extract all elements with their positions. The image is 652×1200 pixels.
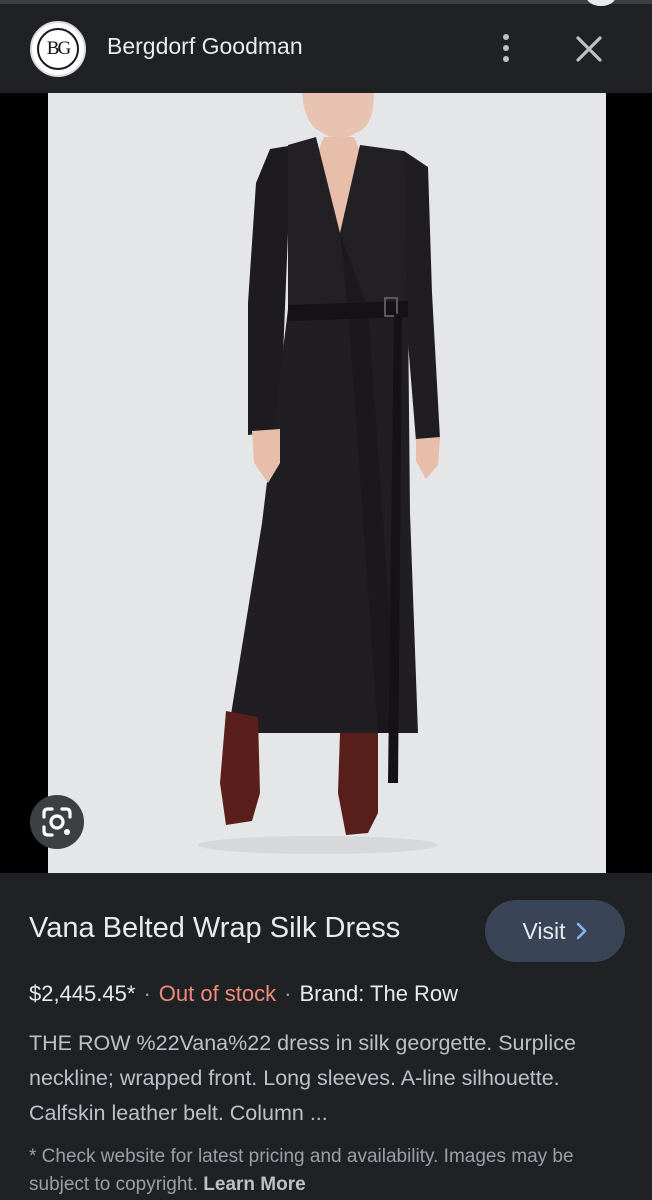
meta-separator: ·: [143, 981, 151, 1006]
visit-button-label: Visit: [522, 917, 566, 944]
copyright-disclaimer: * Check website for latest pricing and a…: [29, 1143, 629, 1199]
product-price: $2,445.45*: [29, 981, 136, 1006]
product-meta: $2,445.45* · Out of stock · Brand: The Row: [29, 981, 458, 1007]
site-name[interactable]: Bergdorf Goodman: [107, 33, 303, 60]
dress-model-illustration: [198, 93, 440, 854]
meta-separator: ·: [284, 981, 292, 1006]
logo-monogram: BG: [37, 28, 79, 70]
product-title[interactable]: Vana Belted Wrap Silk Dress: [29, 912, 400, 945]
chevron-right-icon: [576, 922, 586, 940]
product-description: THE ROW %22Vana%22 dress in silk georget…: [29, 1031, 576, 1125]
visit-button[interactable]: Visit: [485, 900, 625, 962]
more-options-button[interactable]: [488, 30, 524, 66]
close-button[interactable]: [569, 29, 609, 69]
google-lens-button[interactable]: [30, 795, 84, 849]
learn-more-link[interactable]: Learn More: [203, 1174, 305, 1195]
google-lens-icon: [42, 807, 72, 837]
corner-indicator: [586, 0, 616, 6]
more-vert-icon-dot: [503, 56, 509, 62]
product-image-area: [0, 93, 652, 873]
image-viewer-header: BG Bergdorf Goodman: [0, 0, 652, 93]
site-logo[interactable]: BG: [30, 21, 86, 77]
product-image[interactable]: [48, 93, 606, 873]
stock-status: Out of stock: [158, 981, 277, 1006]
more-vert-icon: [503, 34, 509, 40]
product-brand: Brand: The Row: [299, 981, 459, 1006]
top-divider: [0, 0, 652, 4]
more-vert-icon-dot: [503, 45, 509, 51]
close-icon: [576, 36, 602, 62]
